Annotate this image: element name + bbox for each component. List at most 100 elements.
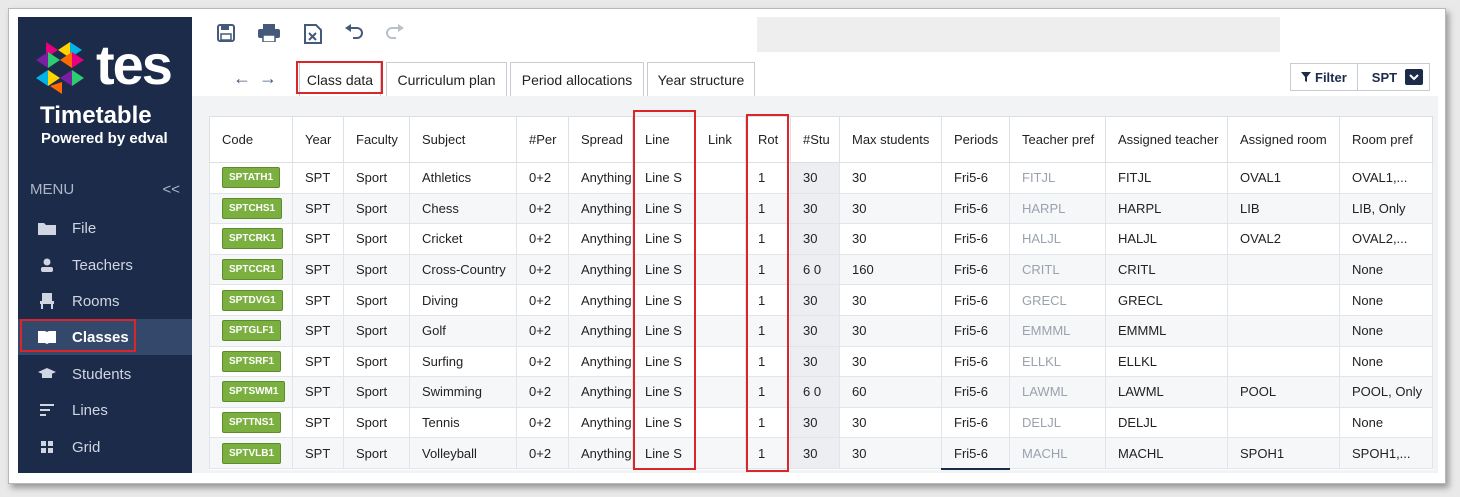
cell-ateacher[interactable]: ELLKL xyxy=(1105,345,1228,378)
print-icon[interactable] xyxy=(258,24,280,46)
cell-faculty[interactable]: Sport xyxy=(343,192,410,225)
table-row[interactable]: SPTTNS1 SPT Sport Tennis 0+2 Anything Line S13… xyxy=(209,406,1433,439)
cell-faculty[interactable]: Sport xyxy=(343,437,410,470)
cell-subject[interactable]: Tennis xyxy=(409,406,517,439)
cell-code[interactable]: SPTATH1 xyxy=(209,162,293,194)
cell-stu[interactable]: 30 xyxy=(790,437,840,470)
cell-rpref[interactable]: LIB, Only xyxy=(1339,192,1433,225)
cell-ateacher[interactable]: HALJL xyxy=(1105,223,1228,255)
cell-tpref[interactable]: ELLKL xyxy=(1009,345,1106,378)
cell-spread[interactable]: Anything xyxy=(568,314,633,347)
cell-max[interactable]: 30 xyxy=(839,314,942,347)
cell-ateacher[interactable]: LAWML xyxy=(1105,376,1228,408)
column-header[interactable]: Assigned teacher xyxy=(1105,116,1228,163)
filter-button[interactable]: Filter xyxy=(1291,64,1358,90)
cell-aroom[interactable] xyxy=(1227,406,1340,439)
column-header[interactable]: Subject xyxy=(409,116,517,163)
sidebar-item-lines[interactable]: Lines xyxy=(18,392,192,428)
redo-icon[interactable] xyxy=(386,24,408,46)
cell-subject[interactable]: Volleyball xyxy=(409,437,517,470)
cell-rpref[interactable]: OVAL2,... xyxy=(1339,223,1433,255)
cell-stu[interactable]: 30 xyxy=(790,406,840,439)
cell-spread[interactable]: Anything xyxy=(568,284,633,316)
cell-spread[interactable]: Anything xyxy=(568,253,633,286)
column-header[interactable]: Code xyxy=(209,116,293,163)
cell-periods[interactable]: Fri5-6 xyxy=(941,192,1010,225)
column-header[interactable]: Max students xyxy=(839,116,942,163)
cell-link[interactable] xyxy=(695,223,746,255)
table-row[interactable]: SPTATH1 SPT Sport Athletics 0+2 Anything Line … xyxy=(209,162,1433,194)
cell-tpref[interactable]: FITJL xyxy=(1009,162,1106,194)
cell-link[interactable] xyxy=(695,314,746,347)
sidebar-item-file[interactable]: File xyxy=(18,210,192,246)
cell-max[interactable]: 30 xyxy=(839,406,942,439)
cell-ateacher[interactable]: DELJL xyxy=(1105,406,1228,439)
cell-aroom[interactable] xyxy=(1227,253,1340,286)
cell-code[interactable]: SPTSWM1 xyxy=(209,376,293,408)
cell-faculty[interactable]: Sport xyxy=(343,162,410,194)
cell-stu[interactable]: 30 xyxy=(790,284,840,316)
cell-ateacher[interactable]: EMMML xyxy=(1105,314,1228,347)
cell-tpref[interactable]: EMMML xyxy=(1009,314,1106,347)
cell-year[interactable]: SPT xyxy=(292,253,344,286)
cell-rpref[interactable]: None xyxy=(1339,284,1433,316)
column-header[interactable]: Assigned room xyxy=(1227,116,1340,163)
cell-link[interactable] xyxy=(695,192,746,225)
cell-stu[interactable]: 30 xyxy=(790,314,840,347)
cell-spread[interactable]: Anything xyxy=(568,437,633,470)
cell-max[interactable]: 30 xyxy=(839,345,942,378)
class-code-badge[interactable]: SPTGLF1 xyxy=(222,320,282,342)
column-header[interactable]: #Per xyxy=(516,116,569,163)
cell-year[interactable]: SPT xyxy=(292,162,344,194)
cell-per[interactable]: 0+2 xyxy=(516,162,569,194)
sidebar-item-rooms[interactable]: Rooms xyxy=(18,283,192,319)
table-row[interactable]: SPTVLB1 SPT Sport Volleyball 0+2 Anything Line… xyxy=(209,437,1433,470)
cell-per[interactable]: 0+2 xyxy=(516,345,569,378)
cell-max[interactable]: 30 xyxy=(839,162,942,194)
cell-rpref[interactable]: SPOH1,... xyxy=(1339,437,1433,470)
cell-max[interactable]: 30 xyxy=(839,284,942,316)
tab-period-allocations[interactable]: Period allocations xyxy=(510,62,644,96)
cell-per[interactable]: 0+2 xyxy=(516,284,569,316)
cell-tpref[interactable]: HALJL xyxy=(1009,223,1106,255)
column-header[interactable]: Link xyxy=(695,116,746,163)
cell-spread[interactable]: Anything xyxy=(568,162,633,194)
cell-periods[interactable]: Fri5-6 xyxy=(941,314,1010,347)
cell-tpref[interactable]: HARPL xyxy=(1009,192,1106,225)
cell-code[interactable]: SPTDVG1 xyxy=(209,284,293,316)
cell-code[interactable]: SPTGLF1 xyxy=(209,314,293,347)
cell-faculty[interactable]: Sport xyxy=(343,406,410,439)
cell-link[interactable] xyxy=(695,345,746,378)
tab-curriculum-plan[interactable]: Curriculum plan xyxy=(386,62,507,96)
cell-ateacher[interactable]: GRECL xyxy=(1105,284,1228,316)
class-code-badge[interactable]: SPTCRK1 xyxy=(222,228,283,250)
cell-subject[interactable]: Cross-Country xyxy=(409,253,517,286)
column-header[interactable]: Room pref xyxy=(1339,116,1433,163)
cell-subject[interactable]: Athletics xyxy=(409,162,517,194)
cell-year[interactable]: SPT xyxy=(292,406,344,439)
table-row[interactable]: SPTDVG1 SPT Sport Diving 0+2 Anything Line S13… xyxy=(209,284,1433,316)
cell-aroom[interactable] xyxy=(1227,314,1340,347)
column-header[interactable]: Teacher pref xyxy=(1009,116,1106,163)
cell-link[interactable] xyxy=(695,162,746,194)
cell-aroom[interactable]: SPOH1 xyxy=(1227,437,1340,470)
cell-per[interactable]: 0+2 xyxy=(516,314,569,347)
chevron-down-icon[interactable] xyxy=(1405,69,1423,85)
cell-tpref[interactable]: MACHL xyxy=(1009,437,1106,470)
cell-faculty[interactable]: Sport xyxy=(343,376,410,408)
cell-aroom[interactable]: LIB xyxy=(1227,192,1340,225)
cell-faculty[interactable]: Sport xyxy=(343,223,410,255)
class-code-badge[interactable]: SPTSRF1 xyxy=(222,350,282,372)
cell-max[interactable]: 160 xyxy=(839,253,942,286)
column-header[interactable]: Year xyxy=(292,116,344,163)
cell-tpref[interactable]: LAWML xyxy=(1009,376,1106,408)
cell-max[interactable]: 30 xyxy=(839,437,942,470)
save-icon[interactable] xyxy=(217,24,239,46)
cell-aroom[interactable]: OVAL2 xyxy=(1227,223,1340,255)
cell-rpref[interactable]: None xyxy=(1339,406,1433,439)
forward-arrow-icon[interactable]: → xyxy=(259,68,277,89)
cell-per[interactable]: 0+2 xyxy=(516,253,569,286)
cell-spread[interactable]: Anything xyxy=(568,376,633,408)
cell-periods[interactable]: Fri5-6 xyxy=(941,406,1010,439)
class-code-badge[interactable]: SPTCCR1 xyxy=(222,259,283,281)
